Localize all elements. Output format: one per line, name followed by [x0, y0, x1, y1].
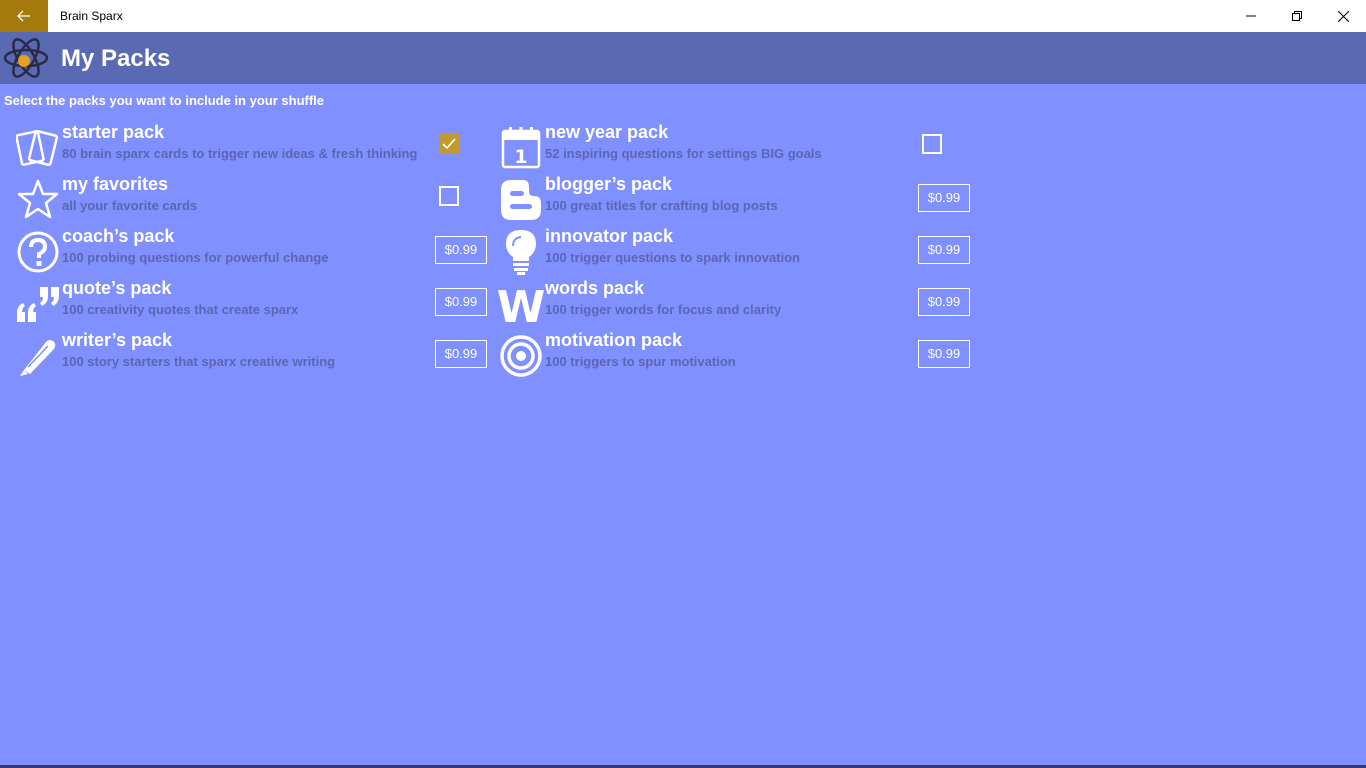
- question-icon: [14, 226, 62, 278]
- buy-price-button[interactable]: $0.99: [435, 340, 487, 368]
- page-title: My Packs: [61, 45, 171, 72]
- cards-icon: [14, 122, 62, 174]
- minimize-button[interactable]: [1228, 0, 1274, 32]
- pack-description: 100 triggers to spur motivation: [545, 354, 736, 369]
- pack-name: writer’s pack: [62, 330, 173, 350]
- page-header: My Packs: [0, 32, 1366, 84]
- buy-price-button[interactable]: $0.99: [435, 288, 487, 316]
- calendar-icon: 1: [497, 122, 545, 174]
- pack-checkbox[interactable]: [922, 134, 942, 154]
- pack-name: starter pack: [62, 122, 165, 142]
- pack-description: 100 trigger questions to spark innovatio…: [545, 250, 800, 265]
- pack-row-writer[interactable]: writer’s pack 100 story starters that sp…: [14, 330, 494, 382]
- pack-name: quote’s pack: [62, 278, 172, 298]
- pen-icon: [14, 330, 62, 382]
- buy-price-button[interactable]: $0.99: [918, 340, 970, 368]
- restore-icon: [1292, 11, 1302, 21]
- buy-price-button[interactable]: $0.99: [435, 236, 487, 264]
- check-icon: [442, 138, 456, 150]
- pack-description: all your favorite cards: [62, 198, 198, 213]
- buy-price-button[interactable]: $0.99: [918, 236, 970, 264]
- close-icon: [1337, 10, 1349, 22]
- blogger-icon: [497, 174, 545, 226]
- restore-button[interactable]: [1274, 0, 1320, 32]
- pack-name: innovator pack: [545, 226, 674, 246]
- calendar-day-text: 1: [514, 146, 527, 168]
- pack-name: words pack: [545, 278, 645, 298]
- star-icon: [14, 174, 62, 226]
- target-icon: [497, 330, 545, 382]
- back-arrow-icon: [17, 10, 30, 22]
- pack-row-favorites[interactable]: my favorites all your favorite cards: [14, 174, 494, 226]
- pack-description: 100 probing questions for powerful chang…: [62, 250, 329, 265]
- minimize-icon: [1246, 15, 1256, 17]
- pack-description: 100 trigger words for focus and clarity: [545, 302, 782, 317]
- pack-name: blogger’s pack: [545, 174, 673, 194]
- close-button[interactable]: [1320, 0, 1366, 32]
- pack-description: 100 creativity quotes that create sparx: [62, 302, 299, 317]
- pack-description: 52 inspiring questions for settings BIG …: [545, 146, 822, 161]
- pack-row-blogger[interactable]: blogger’s pack 100 great titles for craf…: [497, 174, 977, 226]
- pack-row-new-year[interactable]: 1 new year pack 52 inspiring questions f…: [497, 122, 977, 174]
- app-title: Brain Sparx: [60, 9, 123, 23]
- pack-row-coach[interactable]: coach’s pack 100 probing questions for p…: [14, 226, 494, 278]
- instruction-text: Select the packs you want to include in …: [4, 93, 325, 108]
- pack-row-words[interactable]: W words pack 100 trigger words for focus…: [497, 278, 977, 330]
- w-letter-icon: W: [497, 278, 545, 330]
- pack-checkbox[interactable]: [439, 186, 459, 206]
- pack-name: coach’s pack: [62, 226, 175, 246]
- pack-description: 80 brain sparx cards to trigger new idea…: [62, 146, 418, 161]
- pack-name: my favorites: [62, 174, 169, 194]
- buy-price-button[interactable]: $0.99: [918, 288, 970, 316]
- lightbulb-icon: [497, 226, 545, 278]
- buy-price-button[interactable]: $0.99: [918, 184, 970, 212]
- quote-icon: [14, 278, 62, 330]
- pack-row-starter[interactable]: starter pack 80 brain sparx cards to tri…: [14, 122, 494, 174]
- atom-logo-icon: [3, 38, 49, 78]
- pack-name: new year pack: [545, 122, 669, 142]
- pack-checkbox-checked[interactable]: [439, 134, 459, 154]
- pack-row-innovator[interactable]: innovator pack 100 trigger questions to …: [497, 226, 977, 278]
- pack-description: 100 great titles for crafting blog posts: [545, 198, 778, 213]
- pack-name: motivation pack: [545, 330, 683, 350]
- pack-row-motivation[interactable]: motivation pack 100 triggers to spur mot…: [497, 330, 977, 382]
- title-bar: Brain Sparx: [0, 0, 1366, 32]
- w-letter-text: W: [497, 282, 545, 326]
- pack-row-quote[interactable]: quote’s pack 100 creativity quotes that …: [14, 278, 494, 330]
- pack-description: 100 story starters that sparx creative w…: [62, 354, 336, 369]
- back-button[interactable]: [0, 0, 48, 32]
